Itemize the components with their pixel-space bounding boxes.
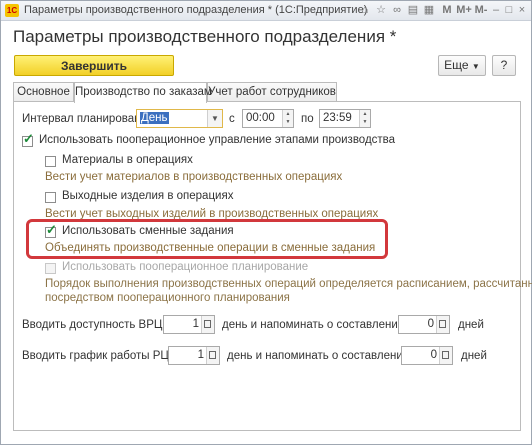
- calculator-icon[interactable]: [206, 347, 219, 364]
- chevron-down-icon: ▼: [471, 62, 480, 71]
- outputs-label: Выходные изделия в операциях: [62, 190, 234, 202]
- calculator-icon[interactable]: [439, 347, 452, 364]
- schedule-label: Вводить график работы РЦ на: [22, 350, 185, 362]
- window-title: Параметры производственного подразделени…: [24, 4, 368, 16]
- memory-minus-button[interactable]: M-: [473, 4, 489, 17]
- shift-tasks-label: Использовать сменные задания: [62, 225, 234, 237]
- minimize-icon[interactable]: –: [491, 4, 501, 17]
- availability-days-label: дней: [458, 319, 484, 331]
- availability-days-input[interactable]: 1: [163, 315, 215, 334]
- schedule-days-value: 1: [197, 349, 204, 361]
- op-planning-label: Использовать пооперационное планирование: [62, 261, 309, 273]
- op-planning-hint-line1: Порядок выполнения производственных опер…: [45, 278, 532, 290]
- to-label: по: [301, 113, 314, 125]
- availability-mid-label: день и напоминать о составлении за: [222, 319, 420, 331]
- to-time-value: 23:59: [323, 112, 352, 124]
- check-icon: ✓: [46, 222, 57, 237]
- tab-employee-work[interactable]: Учет работ сотрудников: [207, 82, 337, 102]
- link-icon[interactable]: ∞: [391, 4, 403, 17]
- star-icon[interactable]: ☆: [375, 4, 387, 17]
- use-stages-checkbox[interactable]: ✓: [22, 132, 34, 147]
- schedule-mid-label: день и напоминать о составлении за: [227, 350, 425, 362]
- app-window: 1С Параметры производственного подраздел…: [0, 0, 532, 445]
- materials-hint: Вести учет материалов в производственных…: [45, 171, 343, 183]
- tab-main[interactable]: Основное: [13, 82, 74, 102]
- memory-button[interactable]: M: [441, 4, 453, 17]
- close-icon[interactable]: ×: [517, 4, 527, 17]
- availability-remind-input[interactable]: 0: [398, 315, 450, 334]
- finish-editing-button[interactable]: Завершить редактирование: [14, 55, 174, 94]
- chevron-down-icon[interactable]: ▼: [207, 110, 222, 127]
- availability-label: Вводить доступность ВРЦ на: [22, 319, 179, 331]
- interval-value: День: [140, 112, 169, 124]
- to-time-stepper[interactable]: ▲ ▼: [359, 110, 370, 127]
- home-icon[interactable]: ⌂: [359, 4, 371, 17]
- schedule-days-label: дней: [461, 350, 487, 362]
- interval-select[interactable]: День ▼: [136, 109, 223, 128]
- outputs-checkbox[interactable]: [45, 192, 56, 203]
- from-time-input[interactable]: 00:00 ▲ ▼: [242, 109, 294, 128]
- from-label: с: [229, 113, 235, 125]
- title-bar: 1С Параметры производственного подраздел…: [1, 1, 531, 21]
- materials-label: Материалы в операциях: [62, 154, 193, 166]
- op-planning-checkbox[interactable]: [45, 263, 56, 274]
- schedule-remind-input[interactable]: 0: [401, 346, 453, 365]
- op-planning-hint-line2: посредством пооперационного планирования: [45, 292, 290, 304]
- restore-icon[interactable]: □: [504, 4, 514, 17]
- more-button[interactable]: Еще ▼: [438, 55, 486, 76]
- help-button[interactable]: ?: [492, 55, 516, 76]
- calendar-icon[interactable]: ▦: [423, 4, 435, 17]
- shift-tasks-checkbox[interactable]: ✓: [45, 223, 57, 238]
- schedule-remind-value: 0: [430, 349, 437, 361]
- shift-tasks-hint: Объединять производственные операции в с…: [45, 242, 376, 254]
- memory-plus-button[interactable]: M+: [456, 4, 472, 17]
- schedule-days-input[interactable]: 1: [168, 346, 220, 365]
- from-time-value: 00:00: [246, 112, 275, 124]
- save-icon[interactable]: ▤: [407, 4, 419, 17]
- materials-checkbox[interactable]: [45, 156, 56, 167]
- availability-days-value: 1: [192, 318, 199, 330]
- availability-remind-value: 0: [427, 318, 434, 330]
- tab-production-orders[interactable]: Производство по заказам: [74, 82, 212, 103]
- calculator-icon[interactable]: [436, 316, 449, 333]
- page-title: Параметры производственного подразделени…: [13, 27, 397, 46]
- to-time-input[interactable]: 23:59 ▲ ▼: [319, 109, 371, 128]
- app-logo-icon: 1С: [5, 4, 19, 17]
- calculator-icon[interactable]: [201, 316, 214, 333]
- use-stages-label: Использовать пооперационное управление э…: [39, 134, 396, 146]
- more-button-label: Еще: [444, 58, 469, 72]
- check-icon: ✓: [23, 131, 34, 146]
- from-time-stepper[interactable]: ▲ ▼: [282, 110, 293, 127]
